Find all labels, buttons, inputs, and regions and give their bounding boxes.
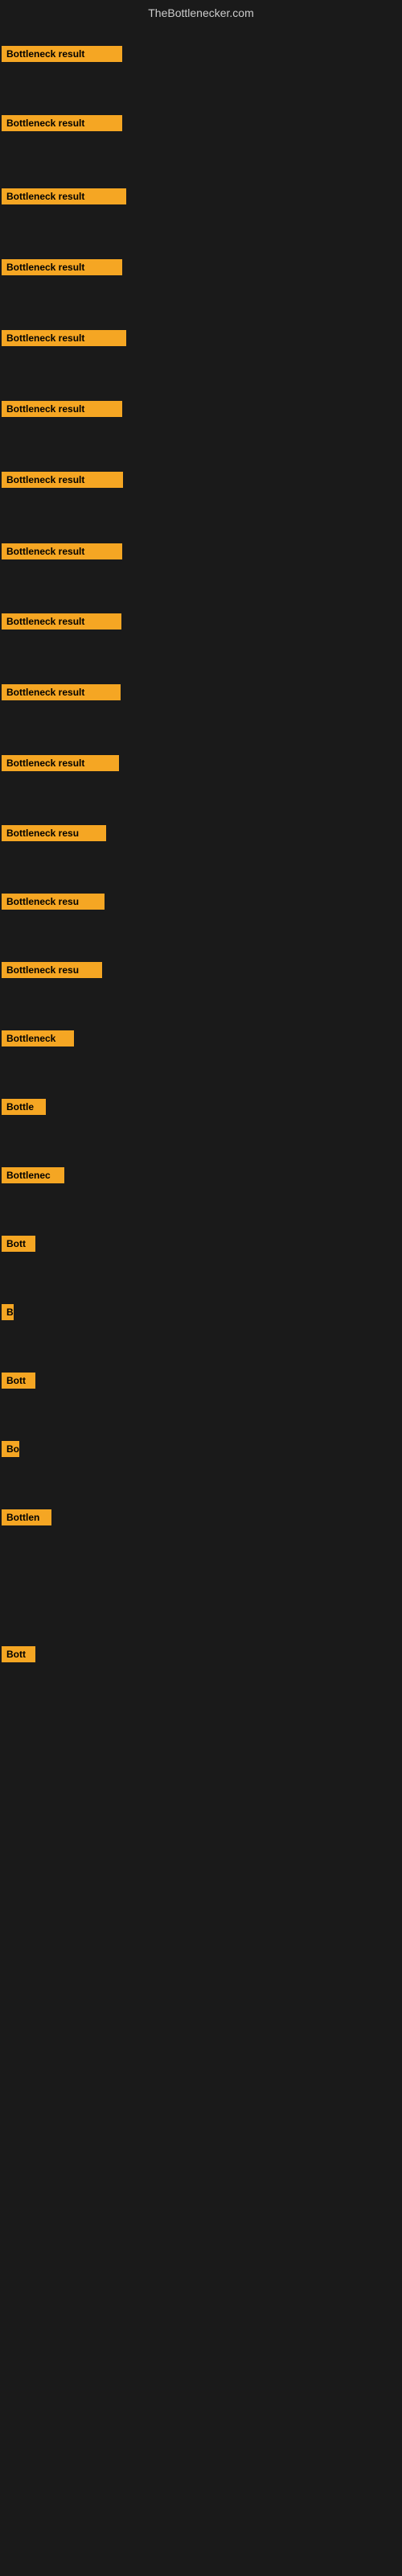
bottleneck-row-14: Bottleneck resu [2,962,102,982]
bottleneck-row-22: Bottlen [2,1509,51,1530]
bottleneck-row-20: Bott [2,1373,35,1393]
bottleneck-badge-13: Bottleneck resu [2,894,105,910]
bottleneck-badge-15: Bottleneck [2,1030,74,1046]
bottleneck-row-24: Bott [2,1646,35,1666]
bottleneck-badge-8: Bottleneck result [2,543,122,559]
site-title: TheBottlenecker.com [0,0,402,29]
bottleneck-badge-20: Bott [2,1373,35,1389]
bottleneck-badge-16: Bottle [2,1099,46,1115]
bottleneck-row-9: Bottleneck result [2,613,121,634]
bottleneck-row-6: Bottleneck result [2,401,122,421]
bottleneck-badge-17: Bottlenec [2,1167,64,1183]
bottleneck-badge-19: B [2,1304,14,1320]
bottleneck-row-1: Bottleneck result [2,46,122,66]
page-wrapper: TheBottlenecker.com Bottleneck result Bot… [0,0,402,2576]
bottleneck-row-10: Bottleneck result [2,684,121,704]
bottleneck-row-19: B [2,1304,14,1324]
bottleneck-badge-5: Bottleneck result [2,330,126,346]
bottleneck-row-11: Bottleneck result [2,755,119,775]
bottleneck-badge-11: Bottleneck result [2,755,119,771]
bottleneck-badge-6: Bottleneck result [2,401,122,417]
bottleneck-badge-4: Bottleneck result [2,259,122,275]
bottleneck-badge-18: Bott [2,1236,35,1252]
bottleneck-row-17: Bottlenec [2,1167,64,1187]
bottleneck-row-3: Bottleneck result [2,188,126,208]
bottleneck-row-13: Bottleneck resu [2,894,105,914]
bottleneck-row-15: Bottleneck [2,1030,74,1051]
bottleneck-row-16: Bottle [2,1099,46,1119]
bottleneck-badge-10: Bottleneck result [2,684,121,700]
bottleneck-row-12: Bottleneck resu [2,825,106,845]
bottleneck-badge-3: Bottleneck result [2,188,126,204]
bottleneck-row-2: Bottleneck result [2,115,122,135]
bottleneck-row-4: Bottleneck result [2,259,122,279]
bottleneck-badge-2: Bottleneck result [2,115,122,131]
bottleneck-row-7: Bottleneck result [2,472,123,492]
bottleneck-row-21: Bo [2,1441,19,1461]
bottleneck-row-5: Bottleneck result [2,330,126,350]
bottleneck-badge-7: Bottleneck result [2,472,123,488]
bottleneck-badge-1: Bottleneck result [2,46,122,62]
bottleneck-badge-24: Bott [2,1646,35,1662]
bottleneck-badge-22: Bottlen [2,1509,51,1525]
bottleneck-badge-14: Bottleneck resu [2,962,102,978]
bottleneck-row-18: Bott [2,1236,35,1256]
bottleneck-badge-21: Bo [2,1441,19,1457]
bottleneck-badge-12: Bottleneck resu [2,825,106,841]
bottleneck-badge-9: Bottleneck result [2,613,121,630]
bottleneck-row-8: Bottleneck result [2,543,122,564]
